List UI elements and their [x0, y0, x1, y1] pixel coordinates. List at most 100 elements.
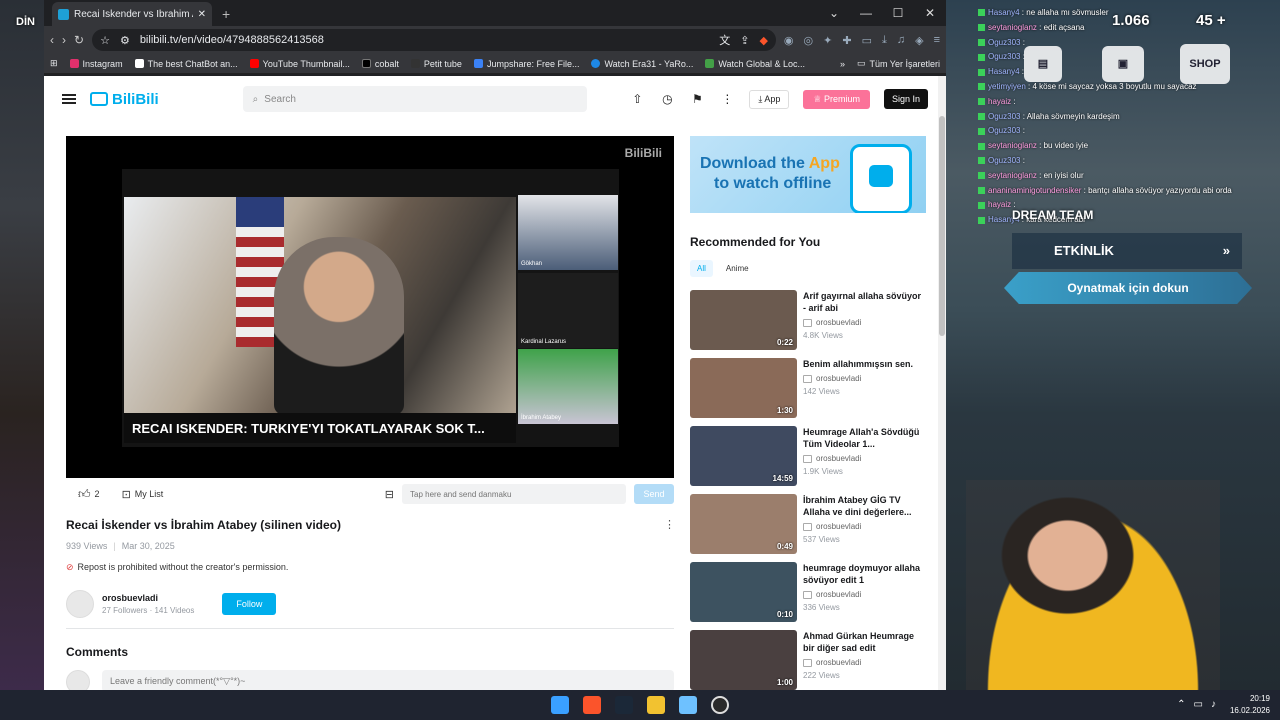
recommended-title[interactable]: İbrahim Atabey GİG TV Allaha ve dini değ… [803, 494, 926, 518]
video-more-icon[interactable]: ⋮ [664, 518, 675, 531]
share-icon[interactable]: ⇪ [740, 34, 749, 47]
video-thumbnail[interactable]: 1:00 [690, 630, 797, 690]
menu-icon[interactable]: ≡ [934, 34, 940, 47]
sign-in-button[interactable]: Sign In [883, 89, 928, 109]
window-expand-icon[interactable]: ⌄ [818, 0, 850, 26]
recommended-title[interactable]: Ahmad Gürkan Heumrage bir diğer sad edit [803, 630, 926, 654]
obs-icon[interactable] [711, 696, 729, 714]
crate-icon: ▣ [1102, 46, 1144, 82]
follow-button[interactable]: Follow [222, 593, 277, 615]
brave-browser-icon[interactable] [583, 696, 601, 714]
chat-badge-icon [978, 98, 985, 106]
system-tray: ⌃ ▭ ♪ [1177, 699, 1216, 710]
bilibili-logo[interactable]: BiliBili [90, 91, 159, 108]
steam-icon[interactable] [615, 696, 633, 714]
duration-label: 0:22 [776, 338, 793, 347]
file-explorer-icon[interactable] [647, 696, 665, 714]
close-window-icon[interactable]: ✕ [914, 0, 946, 26]
comment-input[interactable]: Leave a friendly comment(*°▽°*)~ [102, 670, 674, 690]
store-icon[interactable] [679, 696, 697, 714]
history-icon[interactable]: ◷ [659, 91, 675, 107]
recommended-item[interactable]: 0:22 Arif gayırnal allaha sövüyor - arif … [690, 290, 926, 358]
bookmark-item[interactable]: Jumpshare: Free File... [473, 59, 579, 69]
premium-button[interactable]: ♕ Premium [803, 89, 870, 109]
browser-tab[interactable]: Recai İskender vs İbrahim Atab ✕ [52, 2, 212, 26]
more-icon[interactable]: ⋮ [719, 91, 735, 107]
site-info-icon[interactable]: ⚙ [120, 34, 130, 47]
windows-start-icon[interactable] [551, 696, 569, 714]
tab-close-icon[interactable]: ✕ [198, 9, 206, 20]
bookmark-star-icon[interactable]: ☆ [100, 34, 110, 47]
hamburger-menu-icon[interactable] [62, 94, 76, 104]
upload-icon[interactable]: ⇧ [629, 91, 645, 107]
recommended-title[interactable]: Heumrage Allah'a Sövdüğü Tüm Videolar 1.… [803, 426, 926, 450]
video-thumbnail[interactable]: 1:30 [690, 358, 797, 418]
uploader-name[interactable]: orosbuevladi [102, 593, 194, 603]
shop-button: SHOP [1180, 44, 1230, 84]
recommended-views: 336 Views [803, 603, 840, 612]
translate-icon[interactable]: 文 [719, 32, 730, 48]
recommended-views: 1.9K Views [803, 467, 843, 476]
back-icon[interactable]: ‹ [50, 33, 54, 47]
danmaku-bar: ⊟ Send [385, 484, 674, 504]
bookmark-item[interactable]: Petit tube [410, 59, 462, 69]
url-text[interactable]: bilibili.tv/en/video/4794888562413568 [140, 34, 709, 46]
recommended-item[interactable]: 1:30 Benim allahımmışsın sen. orosbuevladi… [690, 358, 926, 426]
omnibox[interactable]: ☆ ⚙ bilibili.tv/en/video/479488856241356… [92, 29, 776, 51]
bookmark-item[interactable]: Watch Era31 - YaRo... [591, 59, 693, 69]
maximize-icon[interactable]: ☐ [882, 0, 914, 26]
danmaku-settings-icon[interactable]: ⊟ [385, 488, 394, 501]
download-app-banner[interactable]: Download the App to watch offline [690, 136, 926, 213]
recommended-item[interactable]: 14:59 Heumrage Allah'a Sövdüğü Tüm Videol… [690, 426, 926, 494]
app-button[interactable]: ⤓ App [749, 89, 790, 109]
danmaku-input[interactable] [402, 484, 626, 504]
tab-all[interactable]: All [690, 260, 713, 277]
recommended-item[interactable]: 0:10 heumrage doymuyor allaha sövüyor edi… [690, 562, 926, 630]
minimize-icon[interactable]: — [850, 0, 882, 26]
chevron-up-icon[interactable]: ⌃ [1177, 699, 1185, 710]
recommended-title[interactable]: Arif gayırnal allaha sövüyor - arif abi [803, 290, 926, 314]
new-tab-icon[interactable]: + [222, 6, 230, 22]
send-danmaku-button[interactable]: Send [634, 484, 674, 504]
vpn-icon[interactable]: ◈ [915, 34, 923, 47]
bookmark-item[interactable]: The best ChatBot an... [134, 59, 238, 69]
clock[interactable]: 20:19 16.02.2026 [1230, 693, 1270, 717]
apps-grid-icon[interactable]: ⊞ [50, 58, 58, 69]
network-icon[interactable]: ▭ [1194, 699, 1203, 710]
recommended-title[interactable]: Benim allahımmışsın sen. [803, 358, 926, 370]
bookmark-item[interactable]: Instagram [69, 59, 123, 69]
recommended-item[interactable]: 0:49 İbrahim Atabey GİG TV Allaha ve dini… [690, 494, 926, 562]
recommended-title[interactable]: heumrage doymuyor allaha sövüyor edit 1 [803, 562, 926, 586]
bookmark-item[interactable]: Watch Global & Loc... [705, 59, 805, 69]
more-bookmarks-icon[interactable]: » [840, 59, 845, 69]
video-thumbnail[interactable]: 14:59 [690, 426, 797, 486]
extension-icon[interactable]: ✦ [823, 34, 832, 47]
bookmark-item[interactable]: cobalt [361, 59, 399, 69]
forward-icon[interactable]: › [62, 33, 66, 47]
scroll-thumb[interactable] [939, 116, 945, 336]
chat-badge-icon [978, 24, 985, 32]
extension-icon[interactable]: ◉ [784, 34, 794, 47]
recommended-item[interactable]: 1:00 Ahmad Gürkan Heumrage bir diğer sad … [690, 630, 926, 690]
reload-icon[interactable]: ↻ [74, 33, 84, 47]
extensions-puzzle-icon[interactable]: ✚ [842, 34, 851, 47]
extension-icon[interactable]: ◎ [804, 34, 814, 47]
like-button[interactable]: 👍︎ 2 [78, 487, 100, 502]
volume-icon[interactable]: ♪ [1211, 699, 1216, 710]
brave-shield-icon[interactable]: ◆ [759, 34, 767, 47]
search-input[interactable]: ⌕ Search [242, 86, 587, 112]
music-icon[interactable]: ♫ [897, 34, 905, 47]
download-icon[interactable]: ⤓ [882, 34, 887, 47]
bookmark-icon[interactable]: ⚑ [689, 91, 705, 107]
video-thumbnail[interactable]: 0:49 [690, 494, 797, 554]
sidebar-icon[interactable]: ▭ [862, 34, 872, 47]
video-thumbnail[interactable]: 0:22 [690, 290, 797, 350]
avatar[interactable] [66, 590, 94, 618]
tab-anime[interactable]: Anime [719, 260, 756, 277]
page-scrollbar[interactable] [938, 76, 946, 690]
my-list-button[interactable]: ⊡ My List [122, 488, 164, 501]
video-player[interactable]: BiliBili Gökhan Kardinal Lazarus İbrahim… [66, 136, 674, 478]
all-bookmarks[interactable]: ▭ Tüm Yer İşaretleri [857, 58, 940, 69]
video-thumbnail[interactable]: 0:10 [690, 562, 797, 622]
bookmark-item[interactable]: YouTube Thumbnail... [249, 59, 350, 69]
